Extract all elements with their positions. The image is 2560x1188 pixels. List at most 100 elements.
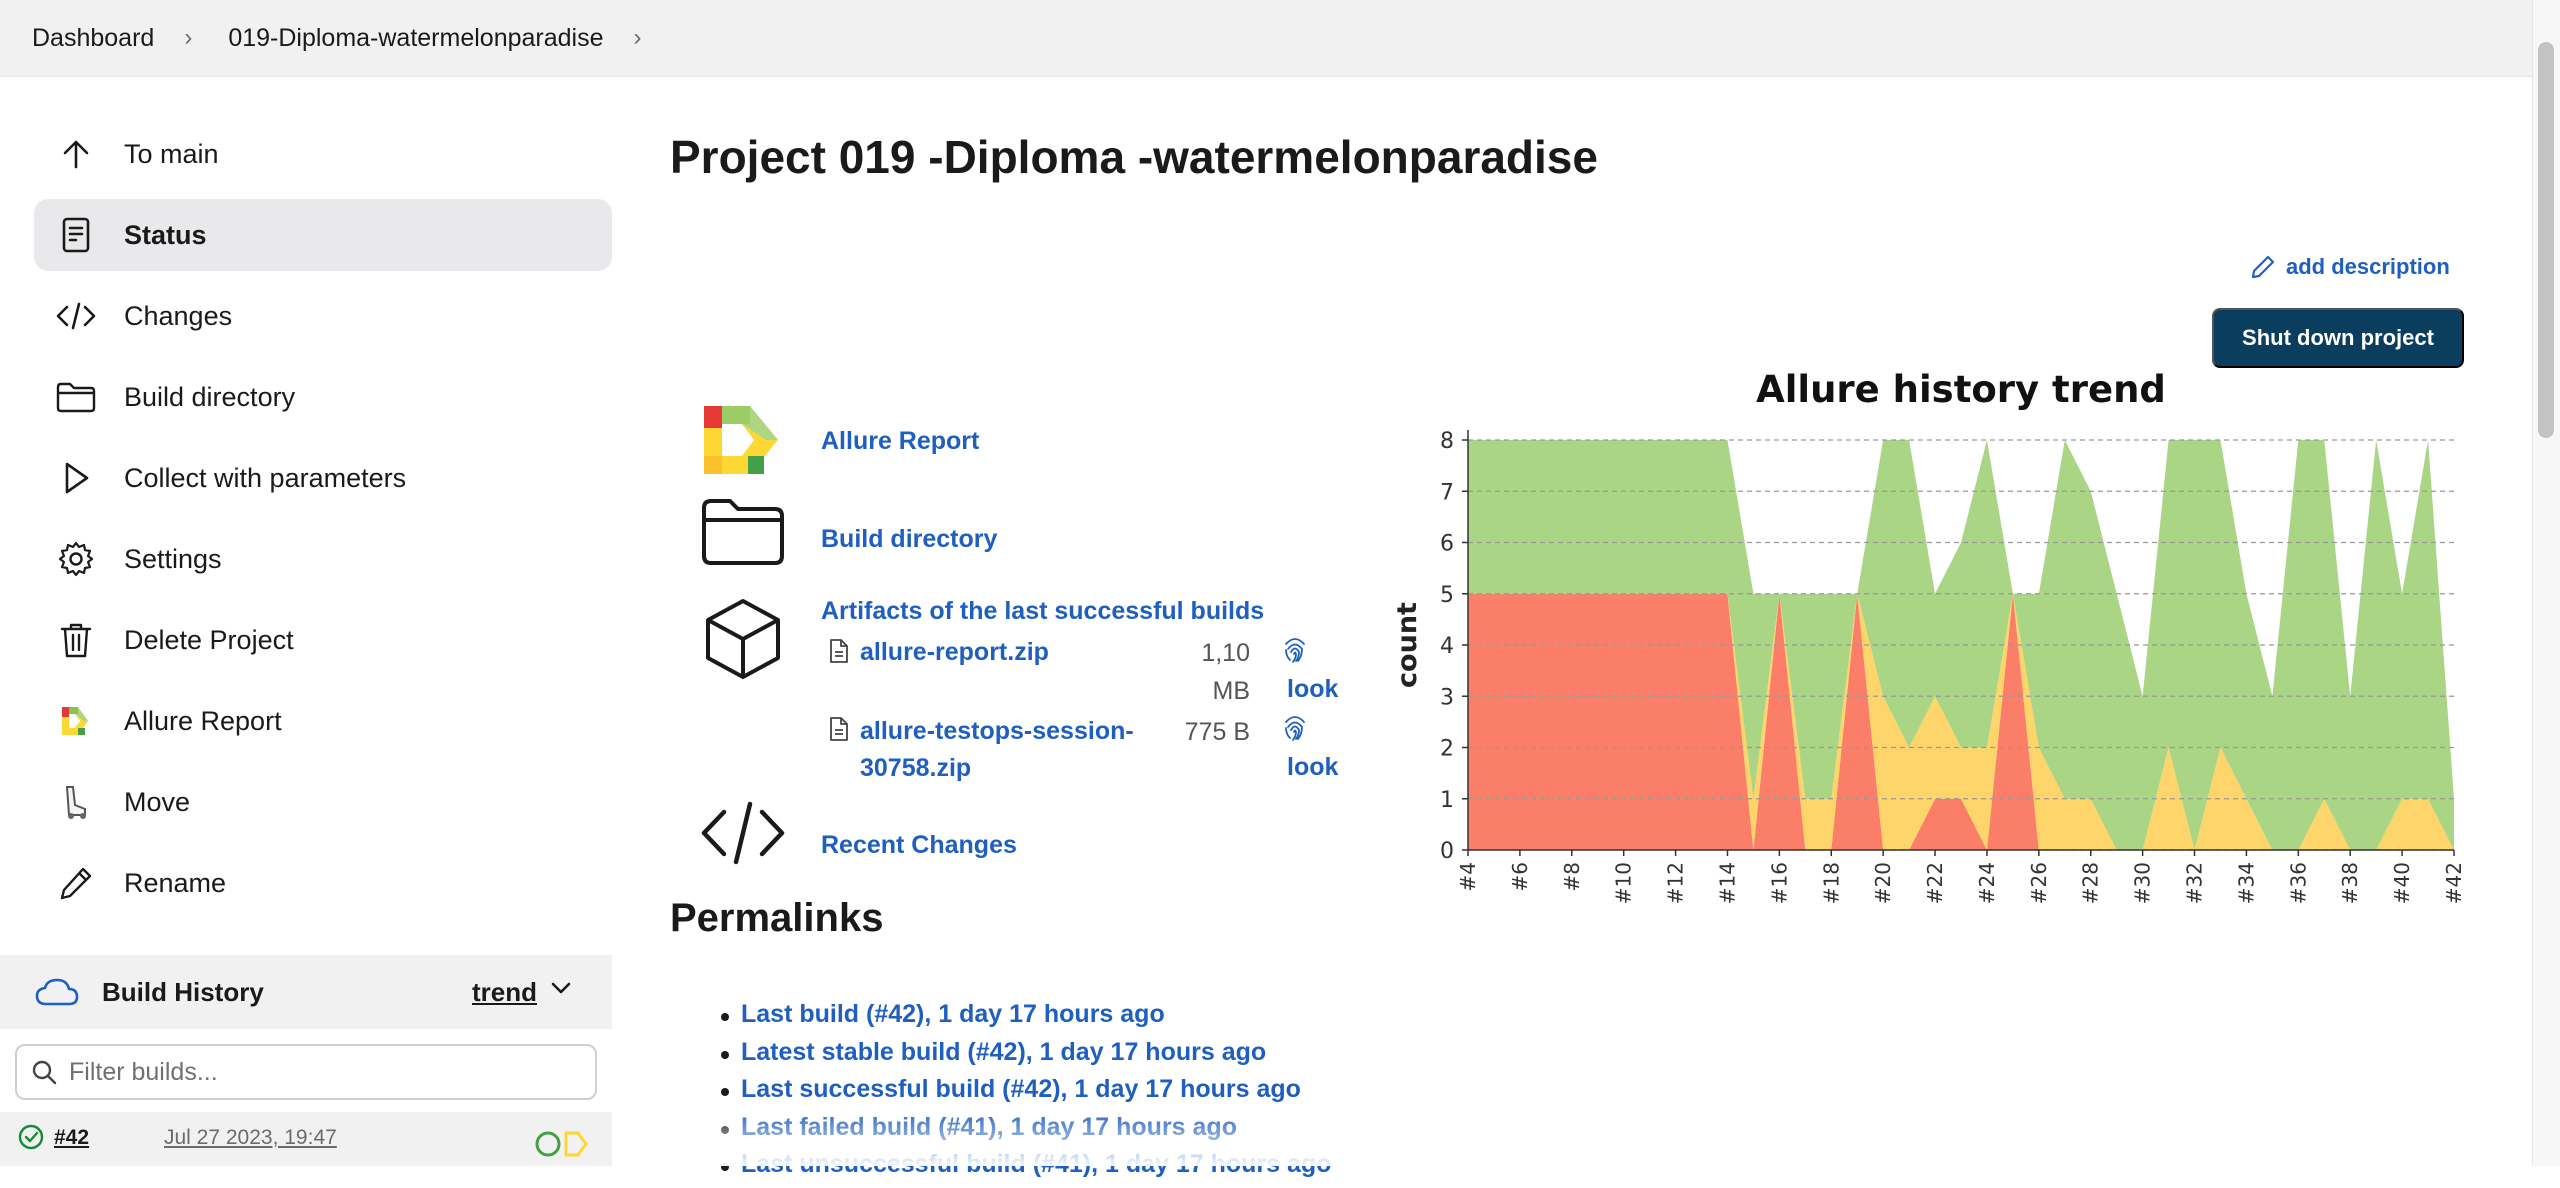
chart-title: Allure history trend [1756,368,2166,411]
chart-y-tick-label: 8 [1440,429,1454,454]
arrow-up-icon [56,134,96,174]
chart-y-axis-label: count [1392,602,1423,688]
play-icon [56,458,96,498]
fingerprint-icon[interactable] [1282,634,1308,664]
breadcrumb-project[interactable]: 019-Diploma-watermelonparadise [228,24,603,53]
sidebar-item-label: Build directory [124,381,296,412]
move-icon [56,782,96,822]
sidebar-item-collect-with-parameters[interactable]: Collect with parameters [34,442,612,514]
chart-x-tick-label: #6 [1508,862,1532,891]
chart-x-tick-label: #4 [1456,862,1480,891]
artifact-look-link[interactable]: look [1287,675,1338,704]
chart-y-tick-label: 1 [1440,788,1454,813]
chart-x-tick-label: #32 [2183,862,2207,904]
permalink-latest-stable[interactable]: Latest stable build (#42), 1 day 17 hour… [741,1038,1266,1066]
code-icon [56,296,96,336]
chart-x-tick-label: #28 [2079,862,2103,904]
chart-y-tick-label: 4 [1440,634,1454,659]
chevron-right-icon[interactable]: › [634,24,642,52]
chevron-right-icon: › [184,24,193,51]
trash-icon [56,620,96,660]
sidebar-item-status[interactable]: Status [34,199,612,271]
allure-report-link[interactable]: Allure Report [821,427,979,456]
search-icon [31,1059,57,1085]
document-icon [56,215,96,255]
chevron-down-icon[interactable] [550,981,572,995]
sidebar-item-label: Collect with parameters [124,462,407,493]
sidebar-item-build-directory[interactable]: Build directory [34,361,612,433]
sidebar-item-label: Changes [124,300,233,331]
allure-history-trend-chart[interactable]: 0 1 2 3 4 5 6 7 8 #4 #6 #8 #10 #12 #14 #16 #18 #20 #22 #24 #… [1390,360,2470,920]
allure-logo-icon[interactable] [700,402,786,488]
sidebar-item-move[interactable]: Move [34,766,612,838]
chart-x-tick-label: #38 [2338,862,2362,904]
allure-small-icon[interactable] [534,1128,590,1158]
sidebar-item-label: Move [124,786,191,817]
chart-x-tick-label: #40 [2390,862,2414,904]
sidebar-item-rename[interactable]: Rename [34,847,612,919]
breadcrumb-dashboard[interactable]: Dashboard [32,24,154,53]
build-history-header: Build History trend [0,955,612,1029]
sidebar-item-label: Delete Project [124,624,294,655]
build-date-link[interactable]: Jul 27 2023, 19:47 [164,1126,337,1150]
chart-x-tick-label: #36 [2286,862,2310,904]
chart-x-tick-label: #14 [1715,862,1739,904]
build-number-link[interactable]: #42 [54,1126,89,1150]
shut-down-project-button[interactable]: Shut down project [2212,308,2464,368]
code-icon[interactable] [700,800,786,886]
package-icon [700,596,786,682]
permalink-last-failed[interactable]: Last failed build (#41), 1 day 17 hours … [741,1113,1237,1141]
permalinks-list: Last build (#42), 1 day 17 hours ago Lat… [720,1000,1331,1188]
permalink-last-build[interactable]: Last build (#42), 1 day 17 hours ago [741,1000,1165,1028]
permalinks-heading: Permalinks [670,896,884,940]
permalink-last-unsuccessful[interactable]: Last unsuccessful build (#41), 1 day 17 … [741,1150,1331,1178]
pencil-icon [2250,254,2276,280]
filter-builds-field[interactable] [15,1044,597,1100]
page-scrollbar[interactable] [2532,0,2560,1166]
list-item: Last failed build (#41), 1 day 17 hours … [720,1113,1331,1151]
artifact-look-link[interactable]: look [1287,753,1338,782]
sidebar-item-allure-report[interactable]: Allure Report [34,685,612,757]
page-title: Project 019 -Diploma -watermelonparadise [670,131,1598,183]
recent-changes-link[interactable]: Recent Changes [821,831,1017,860]
artifact-testops-session-link-line2[interactable]: 30758.zip [860,750,971,787]
list-item: Last unsuccessful build (#41), 1 day 17 … [720,1150,1331,1188]
filter-builds-input[interactable] [69,1057,569,1087]
chart-x-tick-label: #24 [1975,862,1999,904]
sidebar-item-label: Settings [124,543,222,574]
artifact-testops-session-link[interactable]: allure-testops-session- [860,713,1134,750]
fingerprint-icon[interactable] [1282,712,1308,742]
chart-y-tick-label: 7 [1440,480,1454,505]
artifact-size: 775 B [1184,718,1250,746]
build-history-title: Build History [102,976,264,1007]
chart-y-tick-label: 5 [1440,583,1454,608]
build-row[interactable]: #42 Jul 27 2023, 19:47 [0,1112,612,1166]
sidebar-item-changes[interactable]: Changes [34,280,612,352]
scrollbar-thumb[interactable] [2538,42,2554,438]
sidebar-item-delete-project[interactable]: Delete Project [34,604,612,676]
artifacts-heading[interactable]: Artifacts of the last successful builds [821,597,1264,626]
folder-icon [56,377,96,417]
chart-y-tick-label: 2 [1440,737,1454,762]
folder-icon[interactable] [700,496,786,582]
sidebar-item-label: Status [124,219,207,250]
sidebar-item-settings[interactable]: Settings [34,523,612,595]
artifact-size: 1,10 [1201,639,1250,667]
chart-x-tick-label: #20 [1871,862,1895,904]
chart-x-tick-label: #30 [2131,862,2155,904]
build-directory-link[interactable]: Build directory [821,525,997,554]
chart-x-tick-label: #22 [1923,862,1947,904]
chart-y-tick-label: 6 [1440,532,1454,557]
list-item: Last successful build (#42), 1 day 17 ho… [720,1075,1331,1113]
file-icon [829,716,849,742]
add-description-link[interactable]: add description [2250,254,2450,280]
chart-x-tick-label: #12 [1664,862,1688,904]
chart-x-tick-label: #16 [1767,862,1791,904]
artifact-allure-report-zip-link[interactable]: allure-report.zip [860,634,1049,671]
trend-link[interactable]: trend [472,977,537,1008]
sidebar-item-to-main[interactable]: To main [34,118,612,190]
chart-x-tick-label: #42 [2442,862,2466,904]
permalink-last-successful[interactable]: Last successful build (#42), 1 day 17 ho… [741,1075,1301,1103]
breadcrumb: Dashboard › 019-Diploma-watermelonparadi… [0,0,2532,77]
list-item: Last build (#42), 1 day 17 hours ago [720,1000,1331,1038]
